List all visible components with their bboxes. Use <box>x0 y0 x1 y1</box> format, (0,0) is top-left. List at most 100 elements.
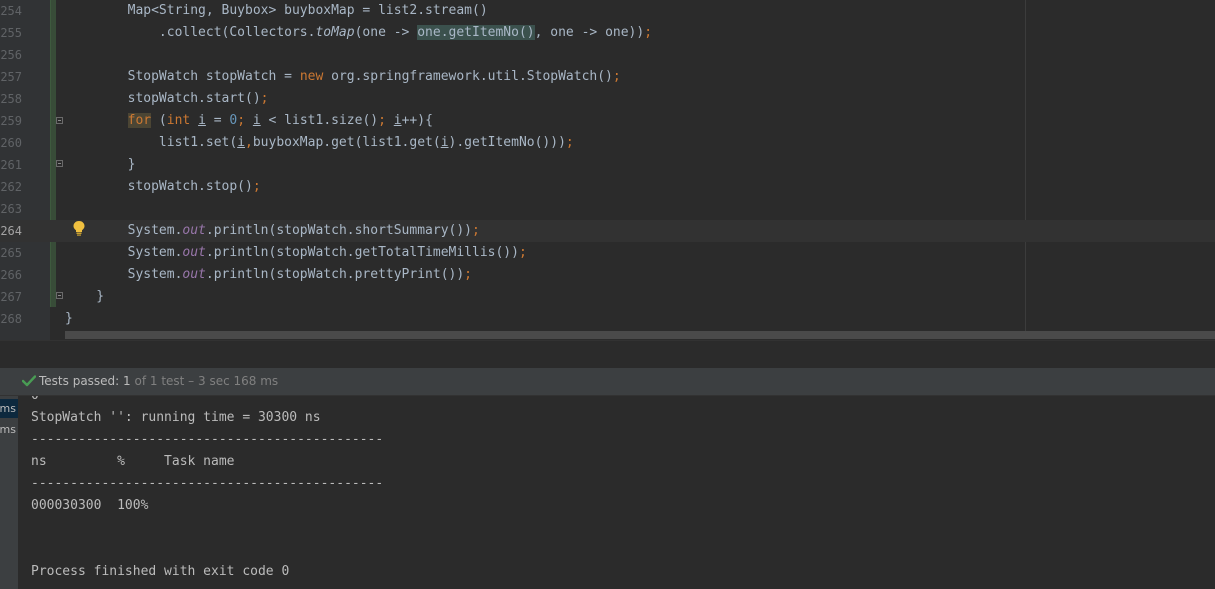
code-token: .println(stopWatch.prettyPrint()) <box>205 267 465 282</box>
code-line[interactable]: 263 <box>0 198 1215 220</box>
code-text: } <box>65 286 104 308</box>
code-token: for <box>127 113 152 128</box>
code-token: i <box>393 113 402 128</box>
test-tree[interactable]: ms ms <box>0 396 19 589</box>
code-text: } <box>65 308 73 330</box>
code-token: ; <box>260 91 269 106</box>
code-token: out <box>182 245 206 260</box>
code-text: System.out.println(stopWatch.shortSummar… <box>65 220 480 242</box>
code-line[interactable]: 267 } <box>0 286 1215 308</box>
code-text: StopWatch stopWatch = new org.springfram… <box>65 66 621 88</box>
code-token: org.springframework.util.StopWatch() <box>323 69 613 84</box>
code-token: } <box>65 311 73 326</box>
code-token: } <box>65 157 136 172</box>
console-line: ----------------------------------------… <box>31 432 384 447</box>
line-number: 254 <box>0 4 22 18</box>
line-number: 267 <box>0 290 22 304</box>
line-number: 259 <box>0 114 22 128</box>
lightbulb-icon[interactable] <box>72 220 86 236</box>
code-token: ; <box>472 223 480 238</box>
code-text: stopWatch.start(); <box>65 88 269 110</box>
code-token: i <box>440 135 449 150</box>
line-number: 256 <box>0 48 22 62</box>
code-token: Map<String, Buybox> buyboxMap = list2.st… <box>65 3 488 18</box>
code-text: System.out.println(stopWatch.prettyPrint… <box>65 264 472 286</box>
test-results-bar: Tests passed: 1 of 1 test – 3 sec 168 ms <box>0 368 1215 396</box>
code-token: ).getItemNo())) <box>448 135 566 150</box>
code-token: ; <box>237 113 253 128</box>
code-token: .println(stopWatch.shortSummary()) <box>205 223 472 238</box>
console-line: StopWatch '': running time = 30300 ns <box>31 410 321 425</box>
code-editor[interactable]: 254 Map<String, Buybox> buyboxMap = list… <box>0 0 1215 340</box>
code-token: toMap <box>315 25 355 40</box>
code-token: i <box>237 135 246 150</box>
test-status-label: Tests passed: <box>39 374 124 388</box>
code-token: stopWatch.stop() <box>65 179 253 194</box>
code-line[interactable]: 254 Map<String, Buybox> buyboxMap = list… <box>0 0 1215 22</box>
fold-marker-icon[interactable] <box>56 160 63 167</box>
code-text: } <box>65 154 136 176</box>
code-line[interactable]: 257 StopWatch stopWatch = new org.spring… <box>0 66 1215 88</box>
horizontal-scrollbar[interactable] <box>65 331 1215 339</box>
test-tree-row[interactable]: ms <box>0 420 18 439</box>
line-number: 260 <box>0 136 22 150</box>
code-token: ; <box>612 69 621 84</box>
code-token: ; <box>252 179 261 194</box>
test-tree-row[interactable]: ms <box>0 399 18 418</box>
code-line[interactable]: 268} <box>0 308 1215 330</box>
fold-marker-icon[interactable] <box>56 117 63 124</box>
code-line[interactable]: 261 } <box>0 154 1215 176</box>
code-line[interactable]: 258 stopWatch.start(); <box>0 88 1215 110</box>
code-line[interactable]: 256 <box>0 44 1215 66</box>
code-token: i <box>198 113 206 128</box>
test-status-detail: of 1 test – 3 sec 168 ms <box>130 374 279 388</box>
code-token: System. <box>65 245 183 260</box>
line-number: 268 <box>0 312 22 326</box>
code-text: list1.set(i,buyboxMap.get(list1.get(i).g… <box>65 132 574 154</box>
code-token: ++){ <box>401 113 433 128</box>
code-token: } <box>65 289 105 304</box>
console-line: ----------------------------------------… <box>31 476 384 491</box>
code-token: stopWatch.start() <box>65 91 261 106</box>
code-token: , one -> one)) <box>534 25 645 40</box>
code-line[interactable]: 265 System.out.println(stopWatch.getTota… <box>0 242 1215 264</box>
panel-splitter[interactable] <box>0 340 1215 368</box>
line-number: 263 <box>0 202 22 216</box>
code-token: ; <box>518 245 527 260</box>
code-token: buyboxMap.get(list1.get( <box>252 135 441 150</box>
code-token: out <box>182 223 206 238</box>
code-token: int <box>166 113 191 128</box>
code-text: .collect(Collectors.toMap(one -> one.get… <box>65 22 652 44</box>
code-token: list1.set( <box>65 135 238 150</box>
code-line[interactable]: 255 .collect(Collectors.toMap(one -> one… <box>0 22 1215 44</box>
line-number: 265 <box>0 246 22 260</box>
code-line[interactable]: 266 System.out.println(stopWatch.prettyP… <box>0 264 1215 286</box>
code-line[interactable]: 259 for (int i = 0; i < list1.size(); i+… <box>0 110 1215 132</box>
code-token: .collect(Collectors. <box>65 25 316 40</box>
code-token: ; <box>378 113 394 128</box>
console-output[interactable]: 0 StopWatch '': running time = 30300 ns --… <box>19 396 1215 589</box>
code-token: new <box>299 69 324 84</box>
console-line: 0 <box>31 396 39 407</box>
line-number: 258 <box>0 92 22 106</box>
fold-marker-icon[interactable] <box>56 292 63 299</box>
code-text: for (int i = 0; i < list1.size(); i++){ <box>65 110 433 132</box>
code-line[interactable]: 262 stopWatch.stop(); <box>0 176 1215 198</box>
code-token: i <box>252 113 261 128</box>
test-status: Tests passed: 1 of 1 test – 3 sec 168 ms <box>39 368 278 395</box>
console-line: 000030300 100% <box>31 498 149 513</box>
code-line[interactable]: 264 System.out.println(stopWatch.shortSu… <box>0 220 1215 242</box>
code-token: , <box>245 135 253 150</box>
test-duration: ms <box>0 402 16 415</box>
console-line: ns % Task name <box>31 454 235 469</box>
code-token: ( <box>151 113 167 128</box>
test-duration: ms <box>0 423 16 436</box>
line-number: 266 <box>0 268 22 282</box>
code-token: .println(stopWatch.getTotalTimeMillis()) <box>205 245 519 260</box>
code-token: one.getItemNo() <box>417 25 535 40</box>
code-token: ; <box>464 267 472 282</box>
code-line[interactable]: 260 list1.set(i,buyboxMap.get(list1.get(… <box>0 132 1215 154</box>
code-token: ; <box>644 25 653 40</box>
